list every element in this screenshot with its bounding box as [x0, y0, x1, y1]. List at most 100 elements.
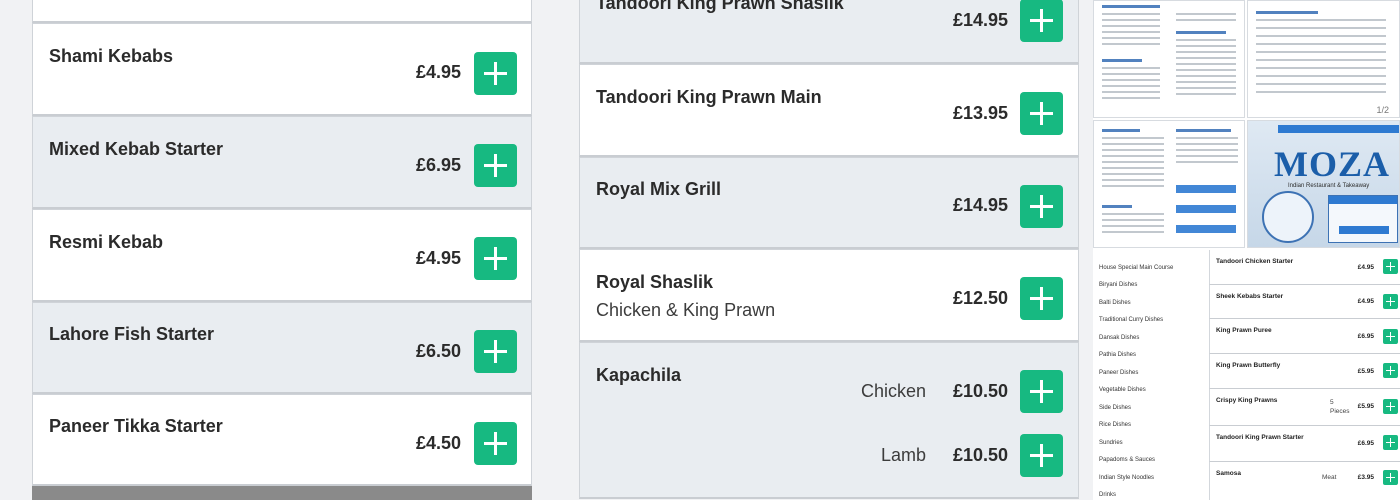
page-indicator: 1/2	[1376, 105, 1389, 115]
menu-item-card: Tandoori King Prawn Shaslik £14.95	[579, 0, 1079, 64]
sidebar-category[interactable]: Dansak Dishes	[1099, 335, 1139, 341]
variant-label: Chicken	[860, 381, 926, 401]
sidebar-category[interactable]: House Special Main Course	[1099, 265, 1173, 271]
menu-page-thumbnail[interactable]	[1093, 120, 1245, 248]
add-to-cart-button[interactable]	[474, 52, 517, 95]
item-name: Lahore Fish Starter	[49, 324, 215, 344]
menu-item-card: Paneer Tikka Starter £4.50	[32, 394, 532, 486]
mini-menu-item: Crispy King Prawns 5 Pieces £5.95	[1209, 389, 1400, 426]
plus-icon	[474, 52, 517, 95]
plus-icon	[1020, 434, 1063, 477]
mini-add-button[interactable]	[1383, 329, 1398, 344]
mini-item-name: Tandoori King Prawn Starter	[1216, 434, 1304, 441]
menu-item-card: Mixed Kebab Starter £6.95	[32, 116, 532, 209]
plus-icon	[474, 330, 517, 373]
menu-item-card: Tandoori King Prawn Main £13.95	[579, 64, 1079, 157]
footer-bar	[32, 486, 532, 500]
sidebar-category[interactable]: Drinks	[1099, 492, 1116, 498]
plus-icon	[1020, 0, 1063, 42]
add-to-cart-button[interactable]	[1020, 277, 1063, 320]
mini-item-price: £3.95	[1357, 474, 1374, 481]
item-name: Tandoori King Prawn Main	[596, 87, 822, 107]
sidebar-category[interactable]: Biryani Dishes	[1099, 282, 1137, 288]
restaurant-logo: MOZA	[1274, 144, 1390, 184]
plus-icon	[1020, 277, 1063, 320]
mini-item-name: Crispy King Prawns	[1216, 397, 1278, 404]
mini-item-name: Sheek Kebabs Starter	[1216, 293, 1284, 300]
item-price: £10.50	[952, 445, 1008, 465]
menu-item-card: Kapachila Chicken £10.50 Lamb £10.50	[579, 342, 1079, 499]
menu-item-card: Royal Shaslik Chicken & King Prawn £12.5…	[579, 249, 1079, 342]
mini-item-name: Samosa	[1216, 470, 1241, 477]
plus-icon	[1020, 185, 1063, 228]
item-price: £10.50	[952, 381, 1008, 401]
mini-item-name: Tandoori Chicken Starter	[1216, 258, 1294, 265]
item-price: £14.95	[952, 195, 1008, 215]
menu-cover-thumbnail[interactable]: MOZA Indian Restaurant & Takeaway	[1247, 120, 1400, 248]
restaurant-subtitle: Indian Restaurant & Takeaway	[1288, 183, 1370, 189]
plus-icon	[1020, 370, 1063, 413]
item-name: Mixed Kebab Starter	[49, 139, 224, 159]
mini-add-button[interactable]	[1383, 294, 1398, 309]
menu-item-card: Resmi Kebab £4.95	[32, 209, 532, 302]
sidebar-category[interactable]: Paneer Dishes	[1099, 370, 1138, 376]
mini-menu-item: Tandoori Chicken Starter £4.95	[1209, 250, 1400, 285]
booking-banner	[1278, 125, 1399, 133]
sidebar-category[interactable]: Sundries	[1099, 440, 1123, 446]
plus-icon	[1020, 92, 1063, 135]
sidebar-category[interactable]: Pathia Dishes	[1099, 352, 1136, 358]
mini-add-button[interactable]	[1383, 399, 1398, 414]
item-name: Shami Kebabs	[49, 46, 174, 66]
item-price: £4.95	[415, 62, 461, 82]
add-to-cart-button[interactable]	[1020, 370, 1063, 413]
sidebar-category[interactable]: Papadoms & Sauces	[1099, 457, 1155, 463]
item-name: Royal Shaslik	[596, 272, 714, 292]
mini-add-button[interactable]	[1383, 470, 1398, 485]
category-sidebar: House Special Main Course Biryani Dishes…	[1093, 250, 1209, 500]
plus-icon	[474, 422, 517, 465]
item-description: Chicken & King Prawn	[596, 300, 776, 320]
item-price: £12.50	[952, 288, 1008, 308]
sidebar-category[interactable]: Side Dishes	[1099, 405, 1131, 411]
plus-icon	[474, 144, 517, 187]
menu-item-card	[32, 0, 532, 23]
item-price: £4.95	[415, 248, 461, 268]
add-to-cart-button[interactable]	[1020, 434, 1063, 477]
mini-menu-item: Tandoori King Prawn Starter £6.95	[1209, 426, 1400, 462]
mini-menu-item: King Prawn Puree £6.95	[1209, 319, 1400, 354]
sidebar-category[interactable]: Indian Style Noodles	[1099, 475, 1154, 481]
add-to-cart-button[interactable]	[1020, 0, 1063, 42]
item-price: £4.50	[415, 433, 461, 453]
mini-item-price: £6.95	[1357, 440, 1374, 447]
mini-item-name: King Prawn Butterfly	[1216, 362, 1281, 369]
sidebar-category[interactable]: Traditional Curry Dishes	[1099, 317, 1163, 323]
add-to-cart-button[interactable]	[474, 330, 517, 373]
mini-add-button[interactable]	[1383, 259, 1398, 274]
mini-item-price: £5.95	[1357, 403, 1374, 410]
menu-item-card: Lahore Fish Starter £6.50	[32, 302, 532, 394]
add-to-cart-button[interactable]	[474, 144, 517, 187]
add-to-cart-button[interactable]	[474, 422, 517, 465]
sidebar-category[interactable]: Balti Dishes	[1099, 300, 1131, 306]
mini-add-button[interactable]	[1383, 435, 1398, 450]
mini-menu-item: Samosa Meat £3.95	[1209, 462, 1400, 500]
menu-item-card: Royal Mix Grill £14.95	[579, 157, 1079, 249]
mini-item-note: 5 Pieces	[1330, 399, 1350, 415]
add-to-cart-button[interactable]	[1020, 185, 1063, 228]
variant-label: Lamb	[880, 445, 926, 465]
add-to-cart-button[interactable]	[474, 237, 517, 280]
sidebar-category[interactable]: Rice Dishes	[1099, 422, 1131, 428]
add-to-cart-button[interactable]	[1020, 92, 1063, 135]
mini-item-price: £4.95	[1357, 298, 1374, 305]
sidebar-category[interactable]: Vegetable Dishes	[1099, 387, 1146, 393]
menu-page-thumbnail[interactable]: 1/2	[1247, 0, 1400, 118]
mini-add-button[interactable]	[1383, 363, 1398, 378]
mini-item-name: King Prawn Puree	[1216, 327, 1272, 334]
plus-icon	[474, 237, 517, 280]
item-name: Resmi Kebab	[49, 232, 164, 252]
item-price: £13.95	[952, 103, 1008, 123]
mini-item-price: £5.95	[1357, 368, 1374, 375]
item-price: £6.50	[415, 341, 461, 361]
menu-page-thumbnail[interactable]	[1093, 0, 1245, 118]
mini-menu-item: King Prawn Butterfly £5.95	[1209, 354, 1400, 389]
